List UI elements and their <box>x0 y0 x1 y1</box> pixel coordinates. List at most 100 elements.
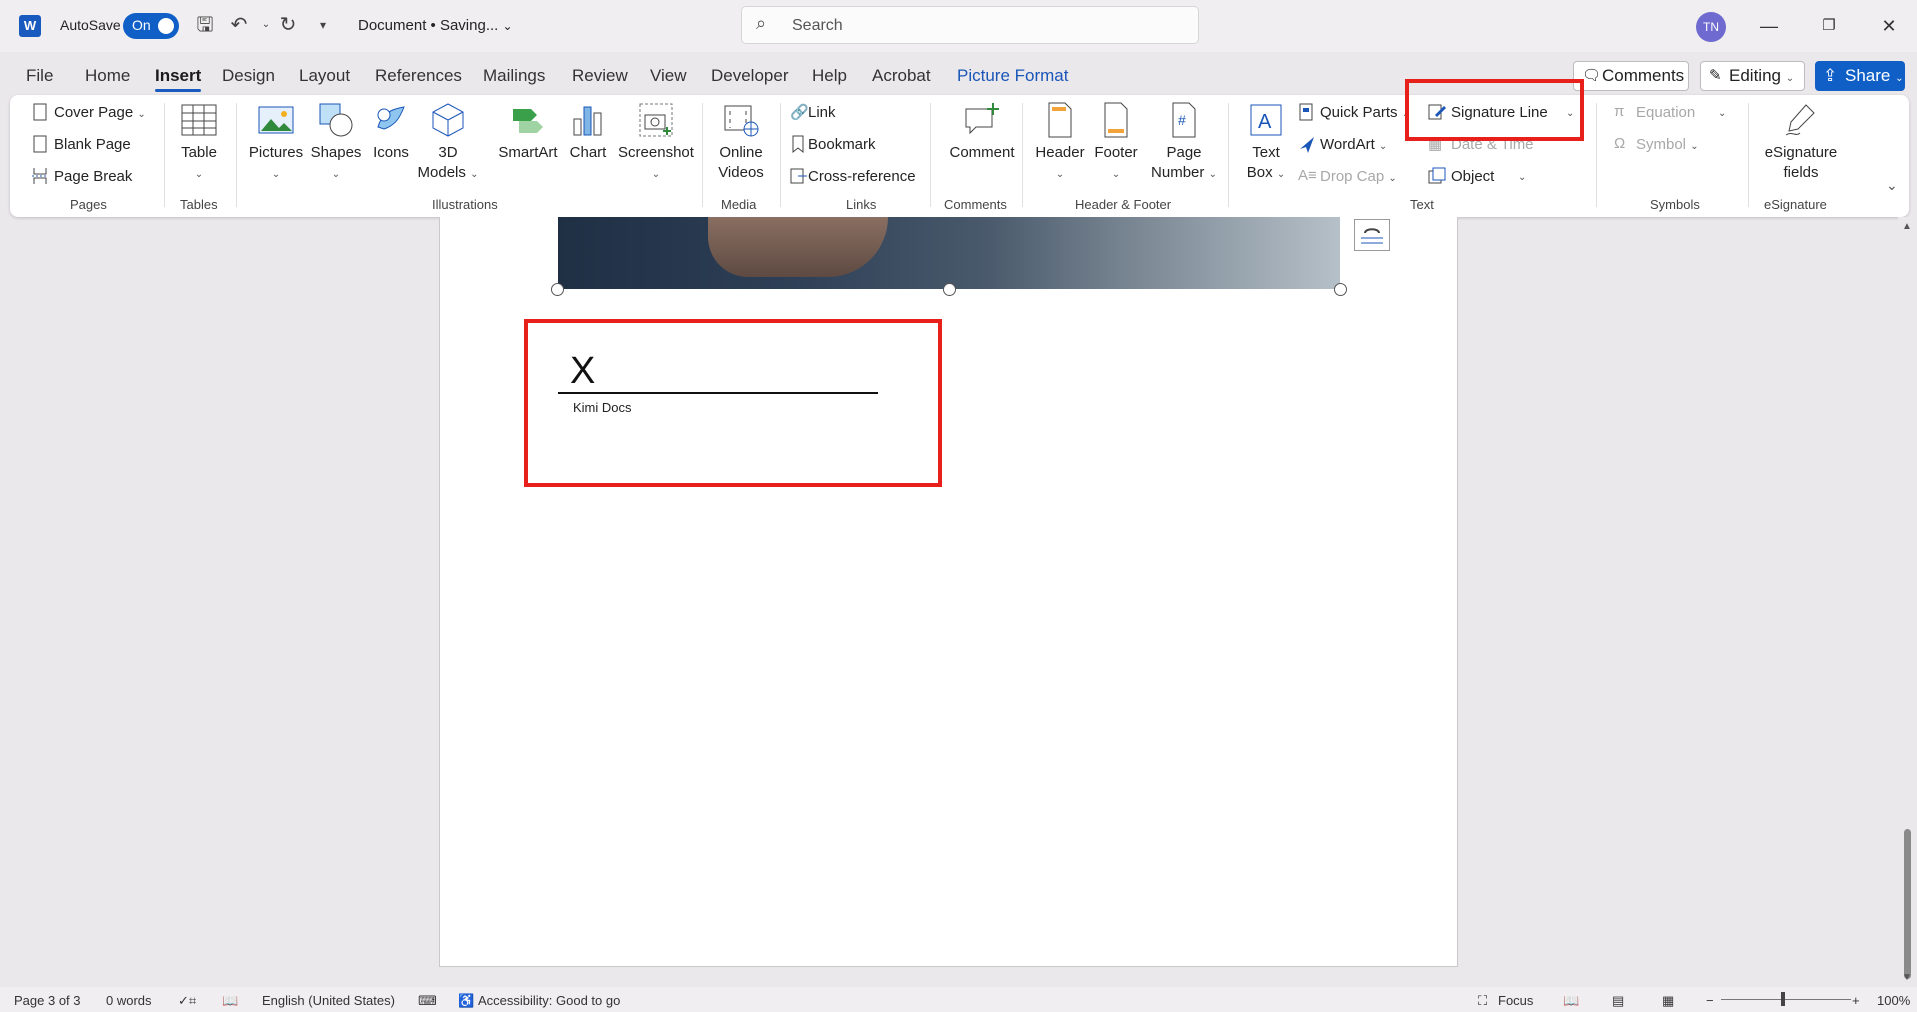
layout-options-icon[interactable] <box>1354 219 1390 251</box>
tab-developer[interactable]: Developer <box>711 66 789 86</box>
zoom-level[interactable]: 100% <box>1877 993 1910 1008</box>
object-dropdown-icon[interactable]: ⌄ <box>1518 167 1526 184</box>
zoom-slider-thumb[interactable] <box>1781 992 1785 1006</box>
share-button[interactable]: ⇪ Share ⌄ <box>1815 61 1905 91</box>
focus-button[interactable]: Focus <box>1498 993 1533 1008</box>
word-count[interactable]: 0 words <box>106 993 152 1008</box>
resize-handle-bottom-right[interactable] <box>1334 283 1347 296</box>
print-layout-icon[interactable]: ▤ <box>1612 993 1624 1009</box>
user-avatar[interactable]: TN <box>1696 12 1726 42</box>
tab-references[interactable]: References <box>375 66 462 86</box>
word-app-icon: W <box>19 15 41 37</box>
tab-help[interactable]: Help <box>812 66 847 86</box>
minimize-icon[interactable]: — <box>1754 12 1784 40</box>
search-box[interactable]: ⌕ Search <box>741 6 1199 44</box>
restore-icon[interactable]: ❐ <box>1814 12 1844 40</box>
comments-button[interactable]: 🗨 Comments <box>1573 61 1689 91</box>
text-box-button[interactable]: A Text Box ⌄ <box>1238 101 1294 185</box>
read-mode-icon[interactable]: 📖 <box>1563 993 1579 1009</box>
share-label: Share <box>1845 66 1891 85</box>
3d-models-icon <box>432 103 464 137</box>
document-title[interactable]: Document • Saving... ⌄ <box>358 17 513 34</box>
close-icon[interactable]: ✕ <box>1874 12 1904 40</box>
scrollbar-thumb[interactable] <box>1904 829 1911 979</box>
equation-dropdown-icon: ⌄ <box>1718 108 1727 119</box>
resize-handle-bottom-left[interactable] <box>551 283 564 296</box>
shapes-button[interactable]: Shapes ⌄ <box>308 101 364 185</box>
cover-page-button[interactable]: Cover Page ⌄ <box>54 104 146 121</box>
esignature-pen-icon <box>1785 104 1815 136</box>
comment-icon: 🗨 <box>1582 67 1602 84</box>
status-bar: Page 3 of 3 0 words ✓⌗ 📖 English (United… <box>0 987 1917 1012</box>
save-icon[interactable]: 🖫 <box>192 12 218 38</box>
zoom-out-icon[interactable]: − <box>1706 993 1714 1008</box>
tab-home[interactable]: Home <box>85 66 130 86</box>
resize-handle-bottom-center[interactable] <box>943 283 956 296</box>
read-aloud-icon[interactable]: 📖 <box>222 993 238 1009</box>
customize-quick-access-icon[interactable]: ▾ <box>310 12 336 38</box>
chart-button[interactable]: Chart <box>562 101 614 163</box>
3d-models-button[interactable]: 3D Models ⌄ <box>416 101 480 185</box>
screenshot-button[interactable]: Screenshot ⌄ <box>616 101 696 185</box>
web-layout-icon[interactable]: ▦ <box>1662 993 1674 1009</box>
zoom-slider[interactable] <box>1721 999 1851 1000</box>
focus-icon[interactable]: ⛶ <box>1478 993 1487 1009</box>
accessibility-status[interactable]: Accessibility: Good to go <box>478 993 620 1008</box>
proofing-icon[interactable]: ✓⌗ <box>178 993 196 1009</box>
group-label-pages: Pages <box>70 197 107 212</box>
footer-button[interactable]: Footer ⌄ <box>1088 101 1144 185</box>
cross-reference-button[interactable]: Cross-reference <box>808 168 916 185</box>
object-button[interactable]: Object <box>1451 168 1494 185</box>
quick-parts-icon <box>1298 103 1316 121</box>
page-break-button[interactable]: Page Break <box>54 168 132 185</box>
language[interactable]: English (United States) <box>262 993 395 1008</box>
tab-file[interactable]: File <box>26 66 53 86</box>
text-box-icon: A <box>1250 104 1282 136</box>
smartart-button[interactable]: SmartArt <box>494 101 562 163</box>
scroll-down-icon[interactable]: ▼ <box>1902 972 1912 983</box>
tab-view[interactable]: View <box>650 66 687 86</box>
group-label-header-footer: Header & Footer <box>1075 197 1172 212</box>
page-number-button[interactable]: # Page Number ⌄ <box>1144 101 1224 185</box>
blank-page-icon <box>32 135 50 153</box>
header-icon <box>1048 102 1072 138</box>
text-predictions-icon[interactable]: ⌨ <box>418 993 437 1009</box>
wordart-button[interactable]: WordArt ⌄ <box>1320 136 1387 153</box>
group-label-illustrations: Illustrations <box>432 197 498 212</box>
header-button[interactable]: Header ⌄ <box>1032 101 1088 185</box>
symbol-icon: Ω <box>1614 135 1626 152</box>
new-comment-button[interactable]: Comment <box>942 101 1022 163</box>
group-separator <box>1228 103 1229 207</box>
vertical-scrollbar[interactable]: ▲ ▼ <box>1898 217 1917 987</box>
esignature-fields-button[interactable]: eSignature fields <box>1756 101 1846 183</box>
collapse-ribbon-icon[interactable]: ⌄ <box>1886 177 1898 194</box>
pictures-button[interactable]: Pictures ⌄ <box>246 101 306 185</box>
highlight-signature-block <box>524 319 942 487</box>
tab-layout[interactable]: Layout <box>299 66 350 86</box>
blank-page-button[interactable]: Blank Page <box>54 136 131 153</box>
zoom-in-icon[interactable]: + <box>1852 993 1860 1008</box>
tab-acrobat[interactable]: Acrobat <box>872 66 931 86</box>
scroll-up-icon[interactable]: ▲ <box>1902 221 1912 232</box>
table-button[interactable]: Table ⌄ <box>176 101 222 185</box>
tab-design[interactable]: Design <box>222 66 275 86</box>
quick-parts-button[interactable]: Quick Parts ⌄ <box>1320 104 1410 121</box>
editing-button[interactable]: ✎ Editing ⌄ <box>1700 61 1805 91</box>
link-button[interactable]: Link <box>808 104 836 121</box>
online-videos-button[interactable]: Online Videos <box>708 101 774 183</box>
redo-icon[interactable]: ↻ <box>275 12 301 38</box>
group-separator <box>164 103 165 207</box>
bookmark-button[interactable]: Bookmark <box>808 136 876 153</box>
drop-cap-icon: A≡ <box>1298 167 1317 184</box>
selected-picture[interactable] <box>558 217 1340 289</box>
undo-icon[interactable]: ↶ <box>226 12 252 38</box>
accessibility-icon[interactable]: ♿ <box>458 993 474 1009</box>
icons-button[interactable]: Icons <box>368 101 414 163</box>
page-count[interactable]: Page 3 of 3 <box>14 993 81 1008</box>
tab-picture-format[interactable]: Picture Format <box>957 66 1068 86</box>
tab-mailings[interactable]: Mailings <box>483 66 545 86</box>
autosave-toggle[interactable]: On <box>123 13 179 39</box>
tab-insert[interactable]: Insert <box>155 66 202 92</box>
group-separator <box>1022 103 1023 207</box>
tab-review[interactable]: Review <box>572 66 628 86</box>
